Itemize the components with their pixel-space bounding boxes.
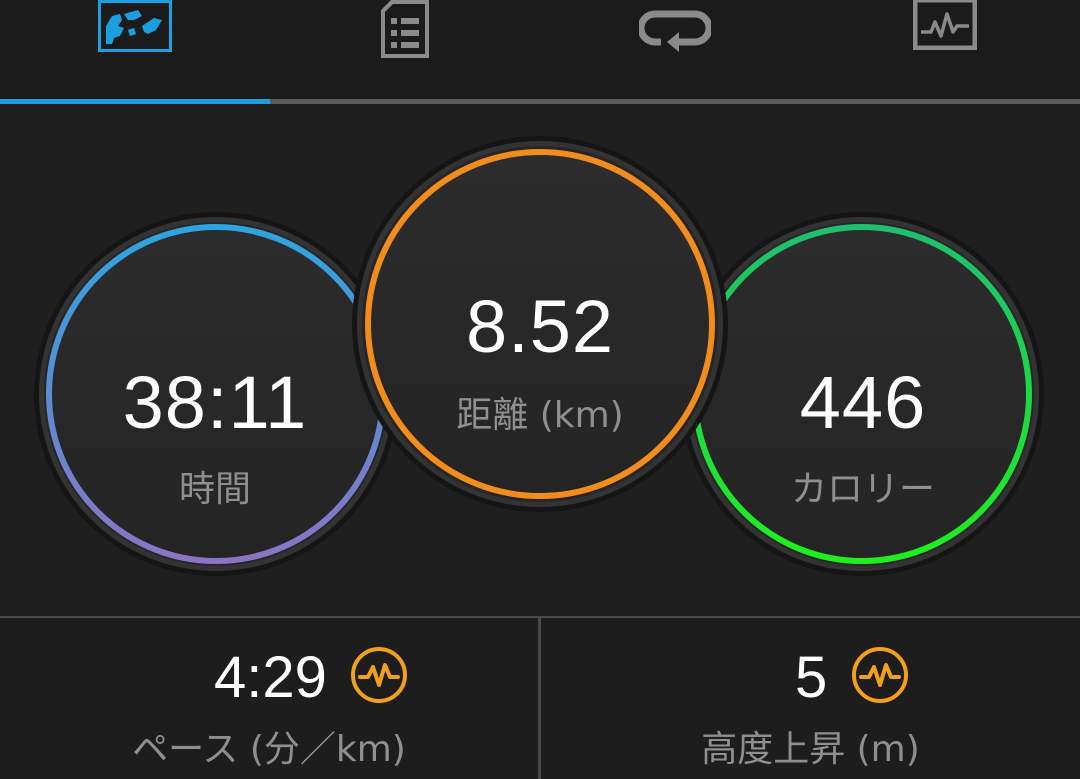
pace-pulse-badge-icon[interactable]: [350, 646, 408, 704]
tab-laps[interactable]: [540, 0, 810, 100]
map-icon: [98, 0, 172, 52]
elevation-label: 高度上昇 (m): [701, 729, 920, 770]
distance-ring: 8.52 距離 (km): [350, 134, 730, 514]
tab-bar: [0, 0, 1080, 104]
elevation-pulse-badge-icon[interactable]: [851, 646, 909, 704]
time-value: 38:11: [122, 361, 308, 444]
laps-icon: [639, 10, 711, 52]
distance-label: 距離 (km): [456, 395, 624, 436]
tab-chart[interactable]: [810, 0, 1080, 100]
calories-label: カロリー: [790, 469, 935, 510]
pace-stat[interactable]: 4:29 ペース (分／km): [0, 618, 538, 779]
time-ring: 38:11 時間: [30, 208, 400, 580]
calories-ring: 446 カロリー: [676, 208, 1050, 580]
distance-value: 8.52: [465, 285, 615, 368]
time-label: 時間: [178, 469, 251, 510]
tab-map[interactable]: [0, 0, 270, 100]
pace-value: 4:29: [214, 645, 327, 710]
calories-value: 446: [799, 361, 927, 444]
details-icon: [381, 0, 429, 58]
summary-panel: 38:11 時間 446 カロリー 8.52 距離 (km): [0, 104, 1080, 616]
tab-details[interactable]: [270, 0, 540, 100]
elevation-value: 5: [795, 645, 828, 710]
elevation-stat[interactable]: 5 高度上昇 (m): [541, 618, 1080, 779]
chart-icon: [913, 0, 977, 50]
pace-label: ペース (分／km): [132, 729, 406, 770]
